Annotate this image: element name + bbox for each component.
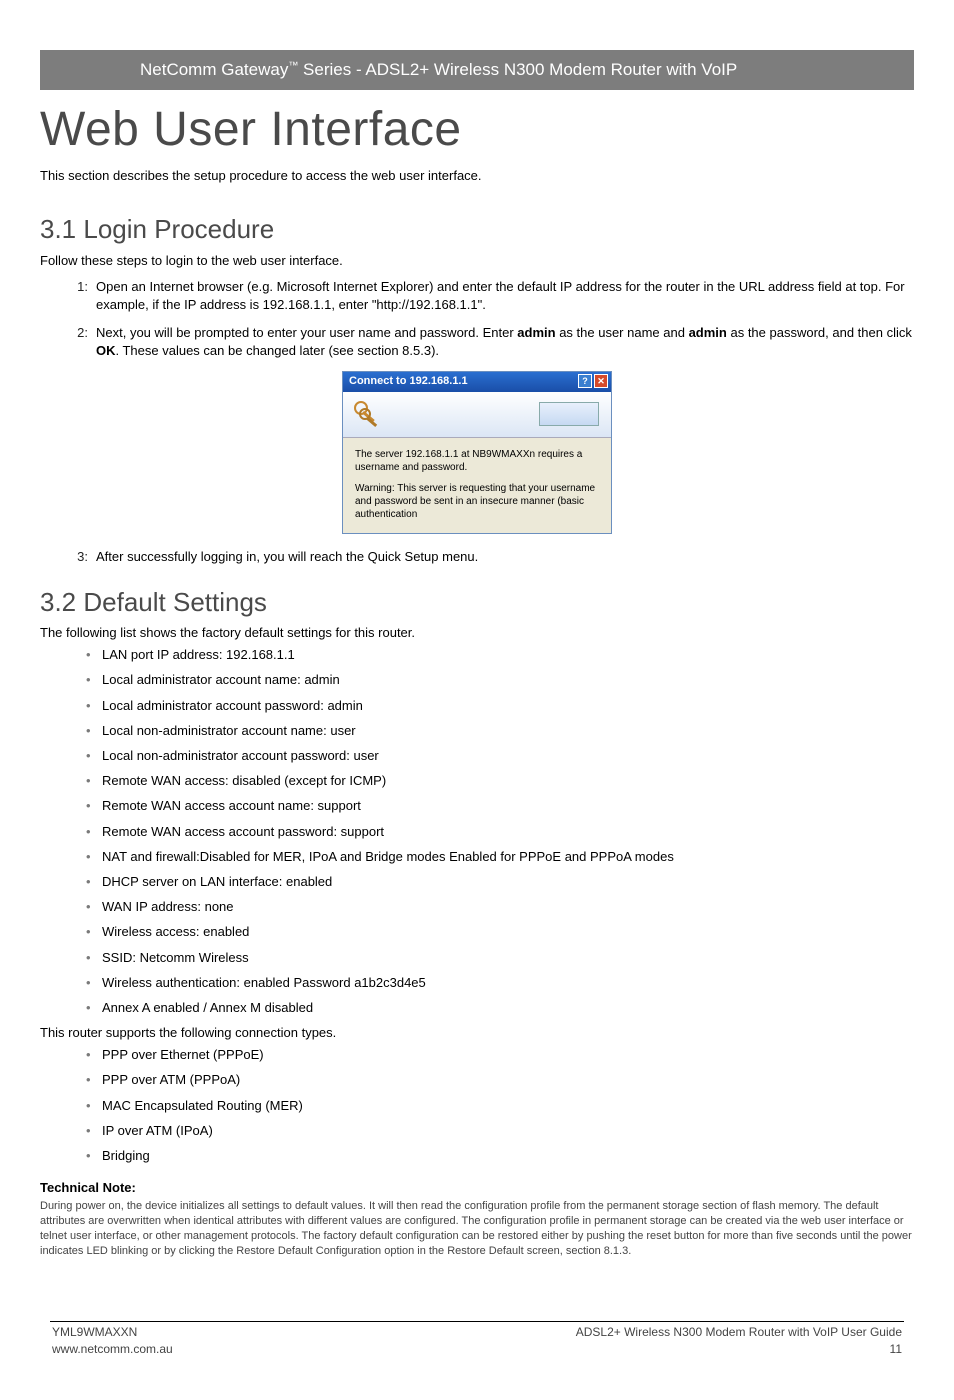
section-3-1-lead: Follow these steps to login to the web u… bbox=[40, 252, 914, 270]
list-item: Wireless authentication: enabled Passwor… bbox=[86, 974, 914, 992]
step-2-admin-pass: admin bbox=[689, 325, 727, 340]
list-item: Annex A enabled / Annex M disabled bbox=[86, 999, 914, 1017]
step-body: Open an Internet browser (e.g. Microsoft… bbox=[96, 278, 914, 314]
step-body: After successfully logging in, you will … bbox=[96, 548, 914, 566]
dialog-body: The server 192.168.1.1 at NB9WMAXXn requ… bbox=[343, 438, 611, 533]
list-item: IP over ATM (IPoA) bbox=[86, 1122, 914, 1140]
list-item: DHCP server on LAN interface: enabled bbox=[86, 873, 914, 891]
login-steps-cont: 3: After successfully logging in, you wi… bbox=[70, 548, 914, 566]
dialog-title-text: Connect to 192.168.1.1 bbox=[349, 374, 468, 389]
step-2-t4: . These values can be changed later (see… bbox=[116, 343, 440, 358]
step-number: 3: bbox=[70, 548, 96, 566]
dialog-banner bbox=[343, 392, 611, 438]
list-item: Local administrator account password: ad… bbox=[86, 697, 914, 715]
dialog-line-1: The server 192.168.1.1 at NB9WMAXXn requ… bbox=[355, 448, 599, 474]
login-steps: 1: Open an Internet browser (e.g. Micros… bbox=[70, 278, 914, 361]
step-2-ok: OK bbox=[96, 343, 116, 358]
intro-text: This section describes the setup procedu… bbox=[40, 167, 914, 185]
page-title: Web User Interface bbox=[40, 96, 914, 163]
help-icon: ? bbox=[578, 374, 592, 388]
list-item: Bridging bbox=[86, 1147, 914, 1165]
technical-note-body: During power on, the device initializes … bbox=[40, 1199, 914, 1258]
list-item: PPP over ATM (PPPoA) bbox=[86, 1071, 914, 1089]
list-item: LAN port IP address: 192.168.1.1 bbox=[86, 646, 914, 664]
footer-rule bbox=[50, 1321, 904, 1322]
step-3: 3: After successfully logging in, you wi… bbox=[70, 548, 914, 566]
section-3-2-lead: The following list shows the factory def… bbox=[40, 624, 914, 642]
step-2-t3: as the password, and then click bbox=[727, 325, 912, 340]
list-item: PPP over Ethernet (PPPoE) bbox=[86, 1046, 914, 1064]
list-item: WAN IP address: none bbox=[86, 898, 914, 916]
footer-model: YML9WMAXXN bbox=[52, 1324, 173, 1341]
footer-guide-title: ADSL2+ Wireless N300 Modem Router with V… bbox=[576, 1324, 902, 1341]
step-2-admin-user: admin bbox=[517, 325, 555, 340]
list-item: Local non-administrator account name: us… bbox=[86, 722, 914, 740]
list-item: Remote WAN access: disabled (except for … bbox=[86, 772, 914, 790]
header-brand-prefix: NetComm Gateway bbox=[140, 60, 288, 79]
list-item: NAT and firewall:Disabled for MER, IPoA … bbox=[86, 848, 914, 866]
auth-dialog-screenshot: Connect to 192.168.1.1 ? ✕ The server 19… bbox=[40, 371, 914, 534]
step-2: 2: Next, you will be prompted to enter y… bbox=[70, 324, 914, 360]
auth-dialog: Connect to 192.168.1.1 ? ✕ The server 19… bbox=[342, 371, 612, 534]
list-item: MAC Encapsulated Routing (MER) bbox=[86, 1097, 914, 1115]
list-item: Remote WAN access account password: supp… bbox=[86, 823, 914, 841]
section-3-2-heading: 3.2 Default Settings bbox=[40, 584, 914, 620]
globe-banner-icon bbox=[539, 402, 599, 426]
step-body: Next, you will be prompted to enter your… bbox=[96, 324, 914, 360]
keys-icon bbox=[351, 398, 385, 432]
connection-types-list: PPP over Ethernet (PPPoE) PPP over ATM (P… bbox=[86, 1046, 914, 1165]
trademark-symbol: ™ bbox=[288, 60, 298, 71]
page-footer: YML9WMAXXN www.netcomm.com.au ADSL2+ Wir… bbox=[40, 1321, 914, 1358]
close-icon: ✕ bbox=[594, 374, 608, 388]
list-item: Wireless access: enabled bbox=[86, 923, 914, 941]
step-number: 2: bbox=[70, 324, 96, 360]
list-item: Local administrator account name: admin bbox=[86, 671, 914, 689]
section-3-1-heading: 3.1 Login Procedure bbox=[40, 211, 914, 247]
step-2-t1: Next, you will be prompted to enter your… bbox=[96, 325, 517, 340]
list-item: SSID: Netcomm Wireless bbox=[86, 949, 914, 967]
page-header-bar: NetComm Gateway™ Series - ADSL2+ Wireles… bbox=[40, 50, 914, 90]
default-settings-list: LAN port IP address: 192.168.1.1 Local ad… bbox=[86, 646, 914, 1017]
step-number: 1: bbox=[70, 278, 96, 314]
dialog-line-2: Warning: This server is requesting that … bbox=[355, 482, 599, 521]
dialog-titlebar: Connect to 192.168.1.1 ? ✕ bbox=[343, 372, 611, 392]
connection-types-lead: This router supports the following conne… bbox=[40, 1024, 914, 1042]
technical-note-heading: Technical Note: bbox=[40, 1179, 914, 1197]
step-1: 1: Open an Internet browser (e.g. Micros… bbox=[70, 278, 914, 314]
list-item: Remote WAN access account name: support bbox=[86, 797, 914, 815]
header-brand-suffix: Series - ADSL2+ Wireless N300 Modem Rout… bbox=[298, 60, 737, 79]
list-item: Local non-administrator account password… bbox=[86, 747, 914, 765]
step-2-t2: as the user name and bbox=[556, 325, 689, 340]
